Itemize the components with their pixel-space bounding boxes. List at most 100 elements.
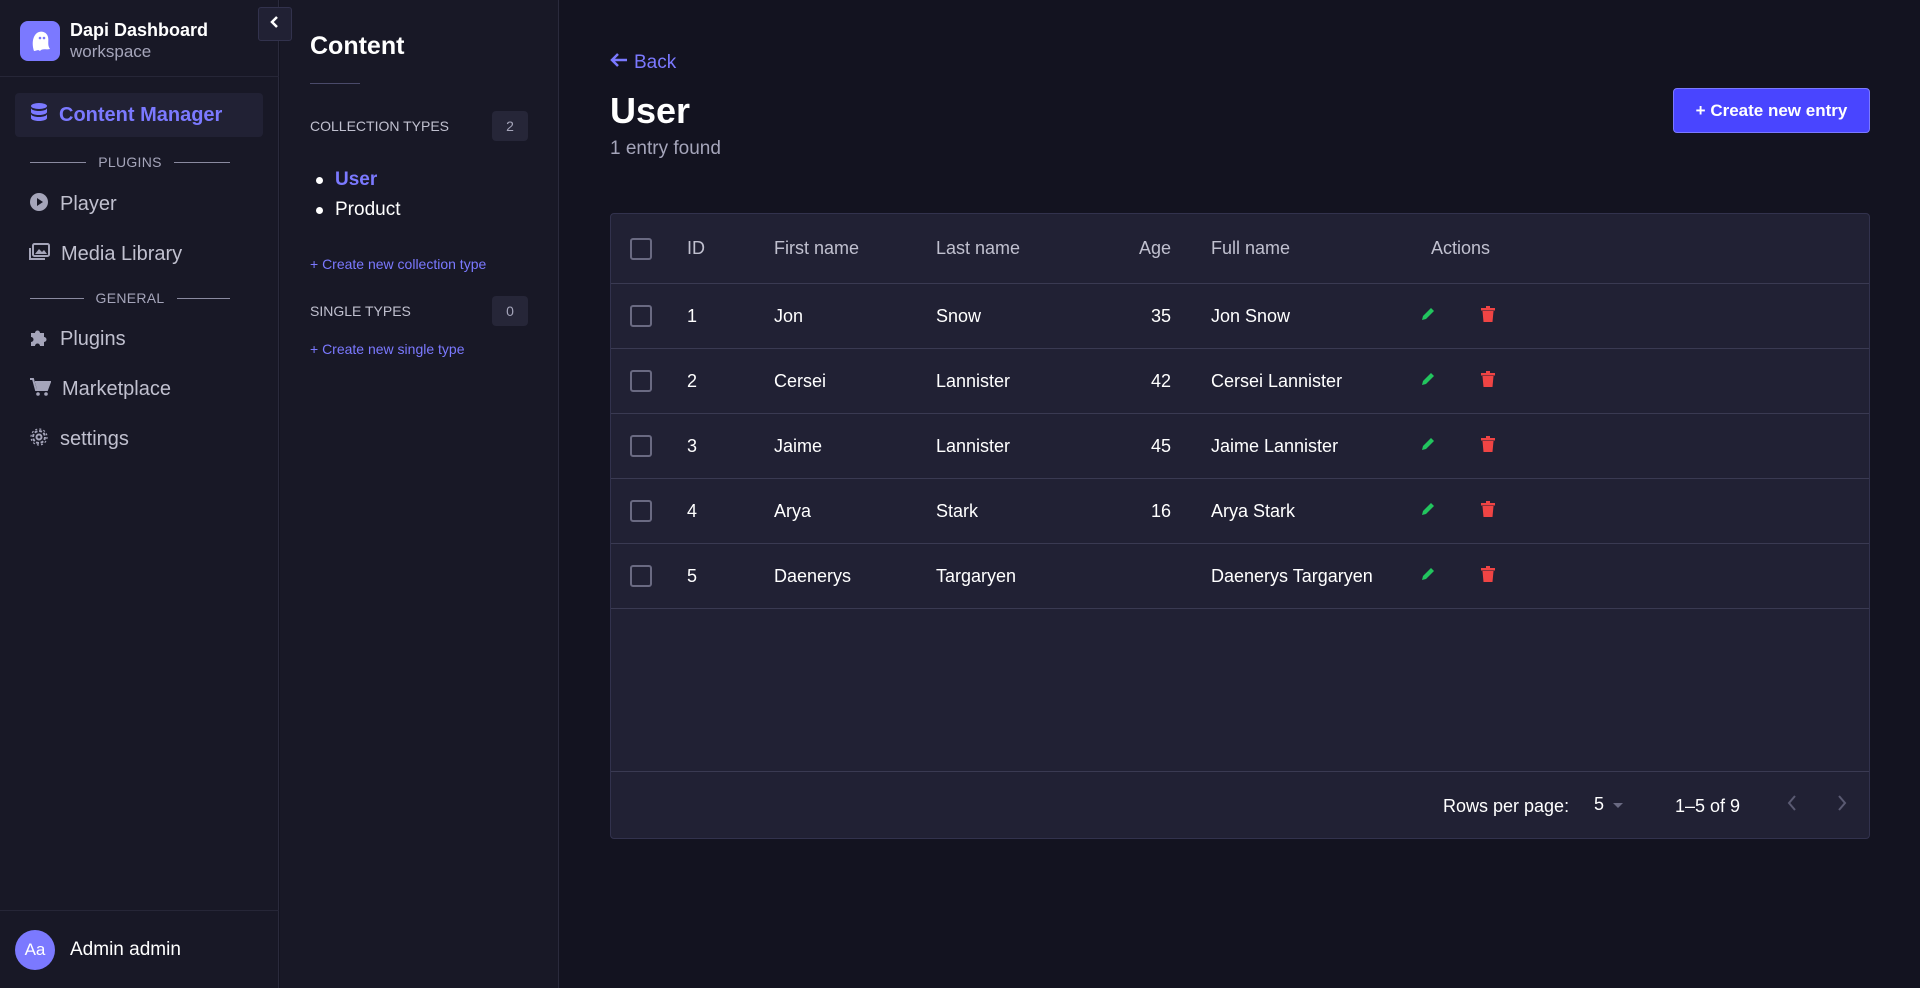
table-row[interactable]: 4 Arya Stark 16 Arya Stark [611,479,1869,544]
delete-button[interactable] [1481,349,1495,413]
nav-content-manager-label: Content Manager [59,103,223,126]
nav-settings[interactable]: settings [29,424,129,454]
row-checkbox[interactable] [630,305,652,327]
delete-button[interactable] [1481,544,1495,608]
gear-icon [29,427,49,452]
cell-last-name: Stark [936,500,979,521]
section-plugins-label: PLUGINS [98,154,162,170]
cell-full-name: Jon Snow [1211,305,1291,326]
table-row[interactable]: 3 Jaime Lannister 45 Jaime Lannister [611,414,1869,479]
row-checkbox[interactable] [630,565,652,587]
cell-age: 16 [1150,500,1171,521]
entry-count: 1 entry found [610,138,721,159]
cell-last-name: Lannister [936,435,1011,456]
row-checkbox[interactable] [630,435,652,457]
cell-age: 35 [1150,305,1171,326]
cell-full-name: Jaime Lannister [1211,435,1339,456]
cell-age [1031,544,1171,608]
main-sidebar: Dapi Dashboard workspace Content Manager… [0,0,279,988]
divider [0,76,279,77]
section-general-label: GENERAL [95,290,165,306]
previous-page-button[interactable] [1786,794,1798,817]
back-link[interactable]: Back [610,52,676,74]
pencil-icon [1420,371,1436,392]
create-new-entry-button[interactable]: + Create new entry [1673,88,1870,133]
table-row[interactable]: 1 Jon Snow 35 Jon Snow [611,284,1869,349]
delete-button[interactable] [1481,479,1495,543]
nav-player[interactable]: Player [29,189,117,219]
cell-id: 3 [687,435,698,456]
edit-button[interactable] [1420,479,1436,543]
cell-last-name: Lannister [936,370,1011,391]
next-page-button[interactable] [1836,794,1848,817]
collapse-sidebar-button[interactable] [258,7,292,41]
edit-button[interactable] [1420,349,1436,413]
cell-last-name: Snow [936,305,982,326]
collection-types-label: COLLECTION TYPES [310,118,450,134]
page-title: User [610,90,691,131]
delete-button[interactable] [1481,414,1495,478]
table-row[interactable]: 2 Cersei Lannister 42 Cersei Lannister [611,349,1869,414]
panel-title: Content [310,32,405,60]
database-icon [29,102,49,129]
pagination-range: 1–5 of 9 [1675,796,1741,816]
column-header-last-name[interactable]: Last name [936,214,1020,283]
nav-plugins-label: Plugins [60,327,126,350]
nav-content-manager[interactable]: Content Manager [15,93,263,137]
trash-icon [1481,370,1495,392]
collection-type-product[interactable]: Product [310,195,400,225]
bullet [316,206,323,214]
cell-id: 4 [687,500,698,521]
rows-per-page-select[interactable]: 5 [1594,794,1624,815]
collection-type-label: Product [335,199,401,220]
nav-marketplace[interactable]: Marketplace [29,374,171,404]
nav-player-label: Player [60,192,117,215]
back-label: Back [634,52,677,73]
nav-plugins[interactable]: Plugins [29,324,126,354]
cell-first-name: Cersei [774,370,827,391]
edit-button[interactable] [1420,284,1436,348]
user-name: Admin admin [70,938,181,960]
edit-button[interactable] [1420,414,1436,478]
column-header-age[interactable]: Age [1031,214,1171,283]
table-row[interactable]: 5 Daenerys Targaryen Daenerys Targaryen [611,544,1869,609]
caret-down-icon [1612,794,1624,815]
collection-type-user[interactable]: User [310,165,400,195]
row-checkbox[interactable] [630,370,652,392]
user-menu[interactable]: Aa Admin admin [0,910,279,988]
cell-id: 5 [687,565,698,586]
cell-first-name: Daenerys [774,565,852,586]
column-header-id[interactable]: ID [687,214,705,283]
column-header-full-name[interactable]: Full name [1211,214,1290,283]
row-checkbox[interactable] [630,500,652,522]
edit-button[interactable] [1420,544,1436,608]
cell-first-name: Jon [774,305,804,326]
select-all-checkbox[interactable] [630,237,652,260]
pencil-icon [1420,436,1436,457]
trash-icon [1481,565,1495,587]
create-collection-type-link[interactable]: + Create new collection type [310,256,486,272]
create-single-type-link[interactable]: + Create new single type [310,341,464,357]
column-header-first-name[interactable]: First name [774,214,859,283]
delete-button[interactable] [1481,284,1495,348]
content-types-panel: Content COLLECTION TYPES 2 User Product … [280,0,559,988]
trash-icon [1481,305,1495,327]
collection-types-header: COLLECTION TYPES 2 [310,111,528,141]
brand: Dapi Dashboard workspace [20,19,208,63]
cell-id: 1 [687,305,698,326]
nav-media-library-label: Media Library [61,242,183,265]
brand-subtitle: workspace [70,42,152,61]
trash-icon [1481,435,1495,457]
cell-first-name: Arya [774,500,812,521]
cart-icon [29,377,52,402]
rows-per-page-label: Rows per page: [1443,796,1570,816]
table-header-row: ID First name Last name Age Full name Ac… [611,214,1869,284]
avatar: Aa [15,929,55,970]
nav-media-library[interactable]: Media Library [29,239,182,269]
chevron-right-icon [1836,795,1848,816]
single-types-header: SINGLE TYPES 0 [310,296,528,326]
nav-settings-label: settings [60,427,129,450]
cell-age: 45 [1150,435,1171,456]
trash-icon [1481,500,1495,522]
chevron-left-icon [1786,795,1798,816]
